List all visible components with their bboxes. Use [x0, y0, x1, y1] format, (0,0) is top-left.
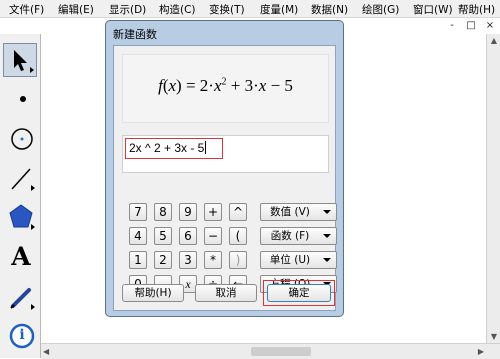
- menu-data[interactable]: 数据(N): [311, 2, 348, 17]
- menu-help[interactable]: 帮助(H): [458, 2, 495, 17]
- marker-icon[interactable]: [3, 279, 37, 313]
- key-power[interactable]: ^: [229, 203, 247, 221]
- dropdown-label: 数值 (V): [270, 206, 310, 218]
- expression-text: 2x ^ 2 + 3x - 5: [129, 141, 205, 155]
- scroll-up-icon[interactable]: ▲: [487, 36, 500, 45]
- key-9[interactable]: 9: [179, 203, 197, 221]
- tool-menu-arrow-icon: [30, 67, 34, 73]
- key-6[interactable]: 6: [179, 227, 197, 245]
- menu-display[interactable]: 显示(D): [109, 2, 146, 17]
- tool-menu-arrow-icon: [31, 185, 35, 191]
- tool-menu-arrow-icon: [31, 224, 35, 230]
- ok-button[interactable]: 确定: [267, 284, 331, 302]
- information-icon[interactable]: i: [3, 318, 37, 352]
- functions-dropdown[interactable]: 函数 (F): [260, 227, 337, 245]
- menu-edit[interactable]: 编辑(E): [58, 2, 94, 17]
- formula-preview: f(x) = 2·x2 + 3·x − 5: [122, 54, 329, 123]
- key-8[interactable]: 8: [154, 203, 172, 221]
- formula-plus: + 3·: [226, 76, 259, 95]
- menu-bar: 文件(F) 编辑(E) 显示(D) 构造(C) 变换(T) 度量(M) 数据(N…: [0, 0, 500, 18]
- horizontal-scrollbar[interactable]: ◀ ▶: [41, 343, 500, 359]
- close-icon[interactable]: ×: [484, 20, 496, 32]
- chevron-down-icon: [323, 234, 331, 238]
- expression-input[interactable]: 2x ^ 2 + 3x - 5: [125, 138, 223, 159]
- text-icon[interactable]: A: [3, 240, 37, 274]
- polygon-icon[interactable]: [3, 199, 37, 233]
- key-5[interactable]: 5: [154, 227, 172, 245]
- formula-var: x: [168, 76, 177, 95]
- text-tool-glyph: A: [11, 242, 31, 271]
- scroll-thumb[interactable]: [251, 347, 311, 356]
- cancel-button[interactable]: 取消: [195, 284, 257, 302]
- formula-minus: − 5: [266, 76, 293, 95]
- key-plus[interactable]: +: [204, 203, 222, 221]
- menu-graph[interactable]: 绘图(G): [362, 2, 399, 17]
- compass-icon[interactable]: [3, 119, 37, 153]
- vertical-scrollbar[interactable]: ▲ ▼: [486, 34, 500, 343]
- dropdown-label: 函数 (F): [270, 230, 310, 242]
- dropdown-label: 单位 (U): [269, 254, 311, 266]
- formula-name: f: [158, 76, 163, 95]
- scroll-left-icon[interactable]: ◀: [43, 347, 49, 356]
- toolbox: A i: [0, 34, 41, 358]
- chevron-down-icon: [323, 210, 331, 214]
- restore-icon[interactable]: □: [465, 20, 477, 32]
- key-open-paren[interactable]: (: [229, 227, 247, 245]
- units-dropdown[interactable]: 单位 (U): [260, 251, 337, 269]
- dialog-title: 新建函数: [113, 28, 157, 41]
- scroll-right-icon[interactable]: ▶: [478, 347, 484, 356]
- formula-eq: = 2·: [181, 76, 214, 95]
- key-2[interactable]: 2: [154, 251, 172, 269]
- menu-file[interactable]: 文件(F): [9, 2, 44, 17]
- point-icon[interactable]: [3, 80, 37, 114]
- key-minus[interactable]: −: [204, 227, 222, 245]
- info-glyph: i: [19, 327, 25, 343]
- dialog-body: f(x) = 2·x2 + 3·x − 5 2x ^ 2 + 3x - 5 7 …: [113, 45, 337, 311]
- key-1[interactable]: 1: [129, 251, 147, 269]
- menu-construct[interactable]: 构造(C): [159, 2, 196, 17]
- minimize-icon[interactable]: -: [446, 20, 458, 32]
- chevron-down-icon: [323, 258, 331, 262]
- menu-transform[interactable]: 变换(T): [209, 2, 245, 17]
- key-multiply[interactable]: *: [204, 251, 222, 269]
- formula-var-2: x: [213, 76, 222, 95]
- help-button[interactable]: 帮助(H): [122, 284, 184, 302]
- selection-arrow-icon[interactable]: [3, 43, 37, 77]
- new-function-dialog: 新建函数 f(x) = 2·x2 + 3·x − 5 2x ^ 2 + 3x -…: [105, 20, 344, 317]
- tool-menu-arrow-icon: [31, 304, 35, 310]
- menu-measure[interactable]: 度量(M): [260, 2, 298, 17]
- text-caret: [205, 141, 207, 154]
- values-dropdown[interactable]: 数值 (V): [260, 203, 337, 221]
- straightedge-icon[interactable]: [3, 160, 37, 194]
- scroll-down-icon[interactable]: ▼: [487, 332, 500, 341]
- key-4[interactable]: 4: [129, 227, 147, 245]
- formula-display: f(x) = 2·x2 + 3·x − 5: [158, 76, 293, 95]
- key-3[interactable]: 3: [179, 251, 197, 269]
- key-close-paren[interactable]: ): [229, 251, 247, 269]
- key-7[interactable]: 7: [129, 203, 147, 221]
- expression-box: 2x ^ 2 + 3x - 5: [122, 135, 329, 173]
- menu-window[interactable]: 窗口(W): [413, 2, 453, 17]
